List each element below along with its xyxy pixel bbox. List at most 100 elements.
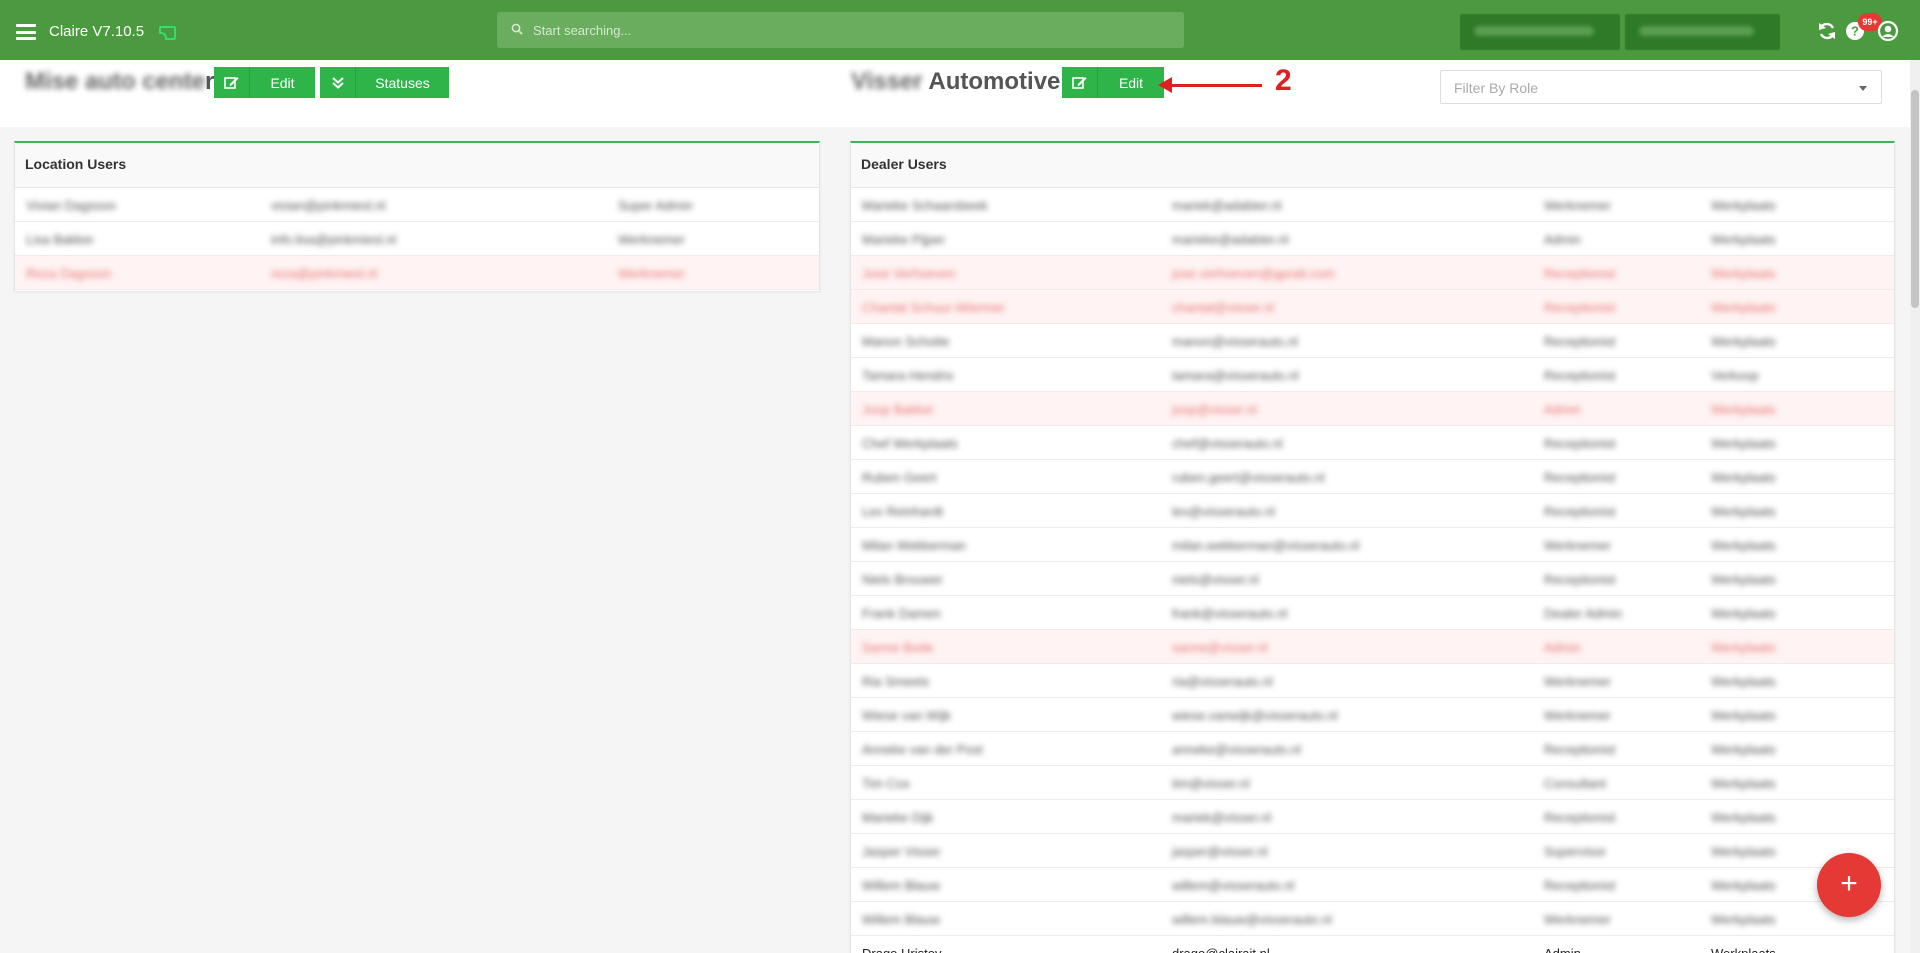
table-row[interactable]: Milan Wekkerman milan.wekkerman@visseraut… — [851, 528, 1894, 562]
table-row[interactable]: Tamara Hendrix tamara@visserauto.nl Recept… — [851, 358, 1894, 392]
cell-email: tim@visser.nl — [1172, 776, 1250, 791]
cell-loc: Werkplaats — [1711, 878, 1776, 893]
cell-loc: Werkplaats — [1711, 436, 1776, 451]
topbar-action-button-1[interactable] — [1460, 14, 1620, 50]
cell-name: Wiese van Wijk — [862, 708, 951, 723]
cell-role: Admin — [1544, 640, 1581, 655]
cell-role: Receptionist — [1544, 334, 1616, 349]
cell-loc: Werkplaats — [1711, 640, 1776, 655]
dealer-title: Visser Automotive — [851, 68, 1060, 96]
cell-role: Receptionist — [1544, 810, 1616, 825]
scrollbar-thumb[interactable] — [1911, 90, 1919, 308]
cast-icon[interactable] — [159, 26, 176, 40]
menu-icon[interactable] — [16, 24, 36, 40]
statuses-button[interactable]: Statuses — [320, 67, 449, 98]
refresh-icon[interactable] — [1816, 20, 1838, 42]
user-account-icon[interactable] — [1877, 20, 1899, 42]
cell-email: chantal@visser.nl — [1172, 300, 1275, 315]
dealer-users-title: Dealer Users — [851, 143, 1894, 188]
search-box[interactable] — [497, 12, 1184, 48]
cell-email: willem.blauw@visserauto.nl — [1172, 912, 1332, 927]
cell-name: Willem Blauw — [862, 878, 941, 893]
cell-loc: Werkplaats — [1711, 402, 1776, 417]
cell-role: Werknemer — [1544, 198, 1611, 213]
filter-placeholder: Filter By Role — [1454, 80, 1539, 96]
table-row[interactable]: Jasper Visser jasper@visser.nl Supervisor W… — [851, 834, 1894, 868]
cell-email: mariek@visser.nl — [1172, 810, 1272, 825]
cell-name: Jose Verhoeven — [862, 266, 956, 281]
table-row[interactable]: Niels Brouwer niels@visser.nl Receptionist… — [851, 562, 1894, 596]
cell-loc: Werkplaats — [1711, 538, 1776, 553]
cell-name: Jasper Visser — [862, 844, 941, 859]
table-row[interactable]: Marieke Dijk mariek@visser.nl Receptionist… — [851, 800, 1894, 834]
cell-email: sanne@visser.nl — [1172, 640, 1268, 655]
cell-loc: Werkplaats — [1711, 742, 1776, 757]
cell-email: milan.wekkerman@visserauto.nl — [1172, 538, 1360, 553]
cell-email: lex@visserauto.nl — [1172, 504, 1275, 519]
table-row[interactable]: Lisa Bakker info.lisa@pinkmiesl.nl Werknem… — [15, 222, 819, 256]
cell-email: wiese.vanwijk@visserauto.nl — [1172, 708, 1338, 723]
cell-email: jose.verhoeven@gpratt.com — [1172, 266, 1335, 281]
filter-by-role-select[interactable]: Filter By Role — [1440, 70, 1882, 104]
cell-loc: Werkplaats — [1711, 776, 1776, 791]
cell-name: Drago Hristov — [862, 946, 941, 953]
cell-role: Werknemer — [618, 232, 685, 247]
cell-name: Tim Cox — [862, 776, 910, 791]
cell-name: Lisa Bakker — [26, 232, 94, 247]
table-row[interactable]: Anneke van der Post anneke@visserauto.nl R… — [851, 732, 1894, 766]
table-row[interactable]: Marieke Schaarsbeek mariek@adabter.nl Werk… — [851, 188, 1894, 222]
cell-loc: Werkplaats — [1711, 674, 1776, 689]
location-name-blurred: Mise auto cente — [25, 68, 206, 95]
cell-name: Chantal Schuur-Wiermer — [862, 300, 1006, 315]
table-row[interactable]: Reza Dagsson reza@pinkmiesl.nl Werknemer — [15, 256, 819, 290]
search-input[interactable] — [533, 12, 1173, 48]
table-row[interactable]: Chantal Schuur-Wiermer chantal@visser.nl R… — [851, 290, 1894, 324]
topbar-action-button-2[interactable] — [1625, 14, 1780, 50]
table-row[interactable]: Frank Damen frank@visserauto.nl Dealer Adm… — [851, 596, 1894, 630]
cell-role: Supervisor — [1544, 844, 1607, 859]
cell-loc: Werkplaats — [1711, 504, 1776, 519]
table-row[interactable]: Marieke Pijper marieke@adabter.nl Admin Wer… — [851, 222, 1894, 256]
cell-name: Marieke Schaarsbeek — [862, 198, 988, 213]
table-row[interactable]: Willem Blauw willem@visserauto.nl Receptio… — [851, 868, 1894, 902]
cell-role: Receptionist — [1544, 266, 1616, 281]
cell-loc: Werkplaats — [1711, 606, 1776, 621]
location-users-list: Vivian Dagsson vivian@pinkmiesl.nl Super A… — [15, 188, 819, 290]
table-row[interactable]: Tim Cox tim@visser.nl Consultant Werkplaats — [851, 766, 1894, 800]
table-row[interactable]: Vivian Dagsson vivian@pinkmiesl.nl Super A… — [15, 188, 819, 222]
table-row[interactable]: Manon Schotte manon@visserauto.nl Receptio… — [851, 324, 1894, 358]
table-row[interactable]: Jose Verhoeven jose.verhoeven@gpratt.com R… — [851, 256, 1894, 290]
cell-loc: Werkplaats — [1711, 844, 1776, 859]
location-edit-button[interactable]: Edit — [214, 67, 315, 98]
cell-name: Tamara Hendrix — [862, 368, 954, 383]
cell-email: anneke@visserauto.nl — [1172, 742, 1301, 757]
location-users-title: Location Users — [15, 143, 819, 188]
table-row[interactable]: Wiese van Wijk wiese.vanwijk@visserauto.n… — [851, 698, 1894, 732]
dealer-edit-button[interactable]: Edit — [1062, 67, 1164, 98]
dealer-name-blurred: Visser — [851, 68, 923, 95]
table-row[interactable]: Ria Smeets ria@visserauto.nl Werknemer Werk… — [851, 664, 1894, 698]
cell-role: Receptionist — [1544, 300, 1616, 315]
table-row[interactable]: Chef Werkplaats chef@visserauto.nl Recepti… — [851, 426, 1894, 460]
cell-loc: Werkplaats — [1711, 300, 1776, 315]
table-row[interactable]: Drago Hristov drago@clairait.nl Admin Werkp… — [851, 936, 1894, 953]
cell-name: Milan Wekkerman — [862, 538, 966, 553]
cell-email: chef@visserauto.nl — [1172, 436, 1283, 451]
cell-email: willem@visserauto.nl — [1172, 878, 1295, 893]
cell-name: Frank Damen — [862, 606, 941, 621]
cell-loc: Werkplaats — [1711, 198, 1776, 213]
cell-email: mariek@adabter.nl — [1172, 198, 1282, 213]
table-row[interactable]: Sanne Bode sanne@visser.nl Admin Werkplaats — [851, 630, 1894, 664]
cell-loc: Werkplaats — [1711, 810, 1776, 825]
cell-name: Chef Werkplaats — [862, 436, 958, 451]
page-scrollbar[interactable] — [1910, 60, 1920, 953]
table-row[interactable]: Lex Reinhardt lex@visserauto.nl Receptioni… — [851, 494, 1894, 528]
cell-loc: Werkplaats — [1711, 572, 1776, 587]
cell-name: Anneke van der Post — [862, 742, 983, 757]
table-row[interactable]: Ruben Geert ruben.geert@visserauto.nl Rece… — [851, 460, 1894, 494]
add-button[interactable]: + — [1817, 853, 1881, 917]
plus-icon: + — [1840, 867, 1858, 900]
table-row[interactable]: Willem Blauw willem.blauw@visserauto.nl We… — [851, 902, 1894, 936]
table-row[interactable]: Joop Bakker joop@visser.nl Admin Werkplaats — [851, 392, 1894, 426]
cell-email: frank@visserauto.nl — [1172, 606, 1288, 621]
